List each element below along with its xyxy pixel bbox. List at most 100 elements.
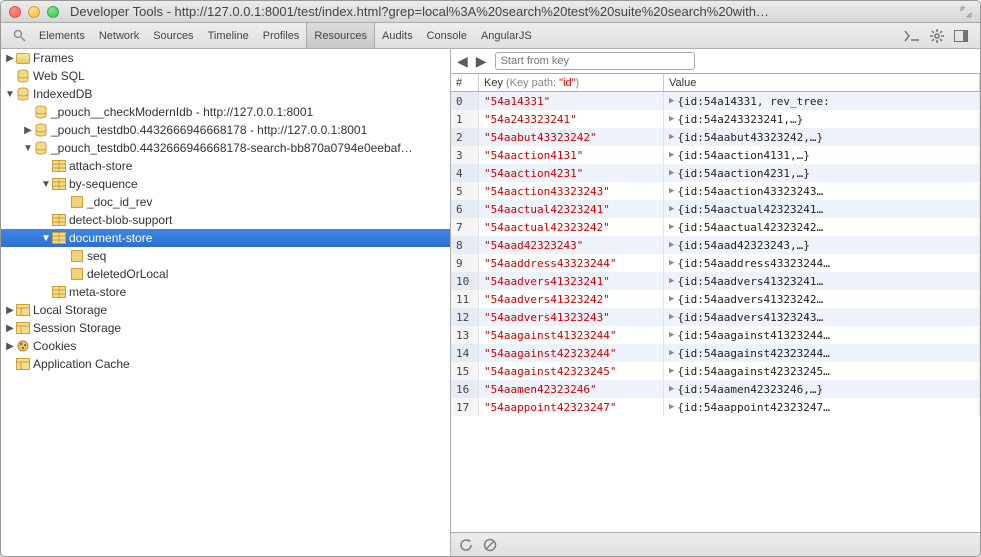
tab-timeline[interactable]: Timeline [201, 23, 256, 48]
table-row[interactable]: 15"54aagainst42323245"▶{id:54aagainst423… [451, 362, 980, 380]
disclosure-icon[interactable]: ▼ [41, 233, 51, 244]
row-index: 4 [451, 164, 479, 182]
tree-item[interactable]: ▶_pouch_testdb0.4432666946668178 - http:… [1, 121, 450, 139]
tree-item[interactable]: meta-store [1, 283, 450, 301]
close-button[interactable] [9, 6, 21, 18]
disclosure-icon[interactable]: ▶ [669, 330, 674, 340]
refresh-icon[interactable] [459, 538, 473, 552]
disclosure-icon[interactable]: ▶ [23, 125, 33, 136]
disclosure-icon[interactable]: ▶ [669, 312, 674, 322]
tree-item[interactable]: ▶Frames [1, 49, 450, 67]
table-row[interactable]: 6"54aactual42323241"▶{id:54aactual423232… [451, 200, 980, 218]
tab-console[interactable]: Console [420, 23, 474, 48]
table-row[interactable]: 2"54aabut43323242"▶{id:54aabut43323242,…… [451, 128, 980, 146]
table-row[interactable]: 4"54aaction4231"▶{id:54aaction4231,…} [451, 164, 980, 182]
table-row[interactable]: 17"54aappoint42323247"▶{id:54aappoint423… [451, 398, 980, 416]
tree-item[interactable]: detect-blob-support [1, 211, 450, 229]
header-key[interactable]: Key (Key path: "id") [479, 74, 664, 91]
minimize-button[interactable] [28, 6, 40, 18]
col-icon [69, 267, 85, 281]
disclosure-icon[interactable]: ▶ [669, 258, 674, 268]
disclosure-icon[interactable]: ▶ [669, 402, 674, 412]
disclosure-icon[interactable]: ▶ [5, 323, 15, 334]
table-row[interactable]: 13"54aagainst41323244"▶{id:54aagainst413… [451, 326, 980, 344]
console-icon[interactable] [904, 30, 920, 42]
start-from-key-input[interactable] [495, 52, 695, 70]
tree-item[interactable]: ▼_pouch_testdb0.4432666946668178-search-… [1, 139, 450, 157]
tab-elements[interactable]: Elements [32, 23, 92, 48]
tree-item[interactable]: ▶Local Storage [1, 301, 450, 319]
row-value: ▶{id:54a243323241,…} [664, 110, 980, 128]
expand-icon[interactable] [960, 6, 972, 18]
tab-profiles[interactable]: Profiles [256, 23, 307, 48]
tree-item[interactable]: ▶Session Storage [1, 319, 450, 337]
disclosure-icon[interactable]: ▶ [669, 132, 674, 142]
disclosure-icon[interactable]: ▶ [5, 305, 15, 316]
tree-item[interactable]: attach-store [1, 157, 450, 175]
tab-angularjs[interactable]: AngularJS [474, 23, 539, 48]
table-row[interactable]: 11"54aadvers41323242"▶{id:54aadvers41323… [451, 290, 980, 308]
tab-audits[interactable]: Audits [375, 23, 420, 48]
disclosure-icon[interactable]: ▶ [5, 341, 15, 352]
header-value[interactable]: Value [664, 74, 980, 91]
disclosure-icon[interactable]: ▶ [669, 276, 674, 286]
table-row[interactable]: 3"54aaction4131"▶{id:54aaction4131,…} [451, 146, 980, 164]
row-value: ▶{id:54aaction4131,…} [664, 146, 980, 164]
disclosure-icon[interactable]: ▼ [5, 89, 15, 100]
nav-next-icon[interactable]: ▶ [476, 53, 487, 70]
tree-item[interactable]: ▼ IndexedDB [1, 85, 450, 103]
tree-item[interactable]: ▼by-sequence [1, 175, 450, 193]
row-index: 10 [451, 272, 479, 290]
tree-item[interactable]: deletedOrLocal [1, 265, 450, 283]
disclosure-icon[interactable]: ▶ [669, 114, 674, 124]
table-row[interactable]: 16"54aamen42323246"▶{id:54aamen42323246,… [451, 380, 980, 398]
clear-icon[interactable] [483, 538, 497, 552]
table-row[interactable]: 1"54a243323241"▶{id:54a243323241,…} [451, 110, 980, 128]
tab-network[interactable]: Network [92, 23, 146, 48]
tab-resources[interactable]: Resources [306, 23, 375, 48]
tree-item[interactable]: _doc_id_rev [1, 193, 450, 211]
disclosure-icon[interactable]: ▶ [669, 348, 674, 358]
tab-sources[interactable]: Sources [146, 23, 200, 48]
tree-item-label: Cookies [33, 339, 76, 353]
search-icon[interactable] [7, 23, 32, 48]
table-row[interactable]: 0"54a14331"▶{id:54a14331, rev_tree: [451, 92, 980, 110]
row-key: "54aappoint42323247" [479, 398, 664, 416]
tree-item[interactable]: ▼document-store [1, 229, 450, 247]
box-icon [15, 303, 31, 317]
tree-item[interactable]: ▶ Cookies [1, 337, 450, 355]
table-row[interactable]: 14"54aagainst42323244"▶{id:54aagainst423… [451, 344, 980, 362]
disclosure-icon[interactable]: ▶ [669, 186, 674, 196]
zoom-button[interactable] [47, 6, 59, 18]
gear-icon[interactable] [930, 29, 944, 43]
table-row[interactable]: 8"54aad42323243"▶{id:54aad42323243,…} [451, 236, 980, 254]
nav-prev-icon[interactable]: ◀ [457, 53, 468, 70]
header-index[interactable]: # [451, 74, 479, 91]
tree-item[interactable]: _pouch__checkModernIdb - http://127.0.0.… [1, 103, 450, 121]
disclosure-icon[interactable]: ▶ [669, 294, 674, 304]
disclosure-icon[interactable]: ▶ [5, 53, 15, 64]
table-row[interactable]: 9"54aaddress43323244"▶{id:54aaddress4332… [451, 254, 980, 272]
table-row[interactable]: 5"54aaction43323243"▶{id:54aaction433232… [451, 182, 980, 200]
db-icon [15, 87, 31, 101]
tree-item-label: IndexedDB [33, 87, 92, 101]
tree-item[interactable]: Web SQL [1, 67, 450, 85]
disclosure-icon[interactable]: ▶ [669, 168, 674, 178]
disclosure-icon[interactable]: ▼ [41, 179, 51, 190]
disclosure-icon[interactable]: ▶ [669, 150, 674, 160]
table-row[interactable]: 7"54aactual42323242"▶{id:54aactual423232… [451, 218, 980, 236]
table-row[interactable]: 12"54aadvers41323243"▶{id:54aadvers41323… [451, 308, 980, 326]
disclosure-icon[interactable]: ▶ [669, 222, 674, 232]
disclosure-icon[interactable]: ▶ [669, 366, 674, 376]
disclosure-icon[interactable]: ▶ [669, 96, 674, 106]
disclosure-icon[interactable]: ▼ [23, 143, 33, 154]
disclosure-icon[interactable]: ▶ [669, 384, 674, 394]
disclosure-icon[interactable]: ▶ [669, 240, 674, 250]
tree-item[interactable]: Application Cache [1, 355, 450, 373]
tree-item[interactable]: seq [1, 247, 450, 265]
row-value: ▶{id:54aaction4231,…} [664, 164, 980, 182]
table-row[interactable]: 10"54aadvers41323241"▶{id:54aadvers41323… [451, 272, 980, 290]
dock-icon[interactable] [954, 30, 968, 42]
row-index: 3 [451, 146, 479, 164]
disclosure-icon[interactable]: ▶ [669, 204, 674, 214]
